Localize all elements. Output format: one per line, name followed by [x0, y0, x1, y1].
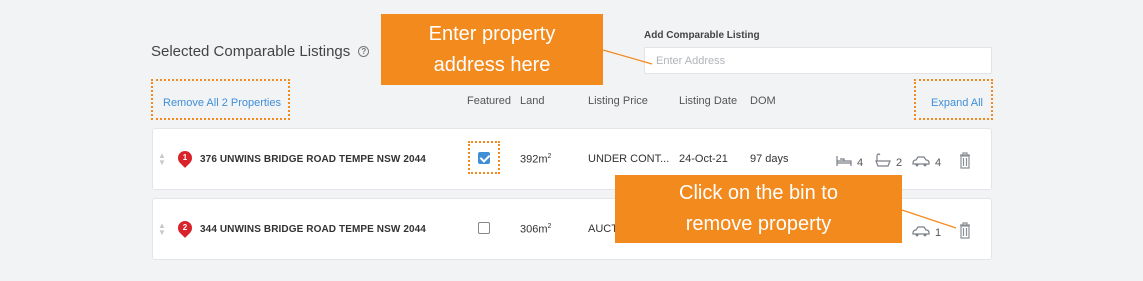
column-header-featured[interactable]: Featured: [467, 95, 511, 107]
car-icon: [912, 226, 930, 237]
row-date: 24-Oct-21: [679, 153, 728, 165]
callout-remove-bin: Click on the bin to remove property: [615, 175, 902, 243]
column-header-dom[interactable]: DOM: [750, 95, 776, 107]
section-title-text: Selected Comparable Listings: [151, 43, 351, 60]
trash-bin-icon[interactable]: [959, 152, 971, 169]
row-address[interactable]: 344 UNWINS BRIDGE ROAD TEMPE NSW 2044: [200, 224, 426, 235]
land-value: 392m: [520, 153, 548, 166]
car-count: 4: [935, 157, 942, 169]
add-listing-label: Add Comparable Listing: [644, 30, 760, 41]
row-price: UNDER CONT...: [588, 153, 670, 165]
bath-icon: [875, 153, 891, 167]
row-land: 392m2: [520, 153, 551, 166]
callout-enter-address: Enter property address here: [381, 14, 603, 85]
land-unit: 2: [547, 153, 552, 160]
bath-count: 2: [896, 157, 903, 169]
pin-number: 2: [182, 223, 188, 232]
callout-line: Click on the bin to: [679, 182, 838, 204]
featured-checkbox[interactable]: [478, 152, 490, 164]
row-land: 306m2: [520, 223, 551, 236]
help-icon[interactable]: ?: [358, 46, 370, 57]
row-dom: 97 days: [750, 153, 789, 165]
car-icon: [912, 156, 930, 167]
land-unit: 2: [547, 223, 552, 230]
drag-handle-icon[interactable]: ▲ ▼: [158, 152, 166, 167]
section-title: Selected Comparable Listings ?: [151, 43, 370, 60]
callout-line: Enter property: [428, 22, 556, 45]
remove-all-link[interactable]: Remove All 2 Properties: [163, 97, 281, 109]
bed-icon: [836, 156, 852, 166]
column-header-land[interactable]: Land: [520, 95, 544, 107]
address-search-input[interactable]: [644, 47, 992, 74]
drag-handle-icon[interactable]: ▲ ▼: [158, 222, 166, 237]
map-pin-icon: 2: [175, 218, 195, 239]
row-price: AUCT: [588, 223, 618, 235]
pin-number: 1: [182, 153, 188, 162]
bed-count: 4: [857, 157, 864, 169]
car-count: 1: [935, 227, 942, 239]
trash-bin-icon[interactable]: [959, 222, 971, 239]
column-header-listing-price[interactable]: Listing Price: [588, 95, 648, 107]
map-pin-icon: 1: [175, 148, 195, 169]
column-header-listing-date[interactable]: Listing Date: [679, 95, 737, 107]
featured-checkbox[interactable]: [478, 222, 490, 234]
expand-all-link[interactable]: Expand All: [931, 97, 983, 109]
row-address[interactable]: 376 UNWINS BRIDGE ROAD TEMPE NSW 2044: [200, 154, 426, 165]
callout-line: remove property: [685, 213, 832, 235]
land-value: 306m: [520, 223, 548, 236]
callout-line: address here: [433, 53, 551, 76]
